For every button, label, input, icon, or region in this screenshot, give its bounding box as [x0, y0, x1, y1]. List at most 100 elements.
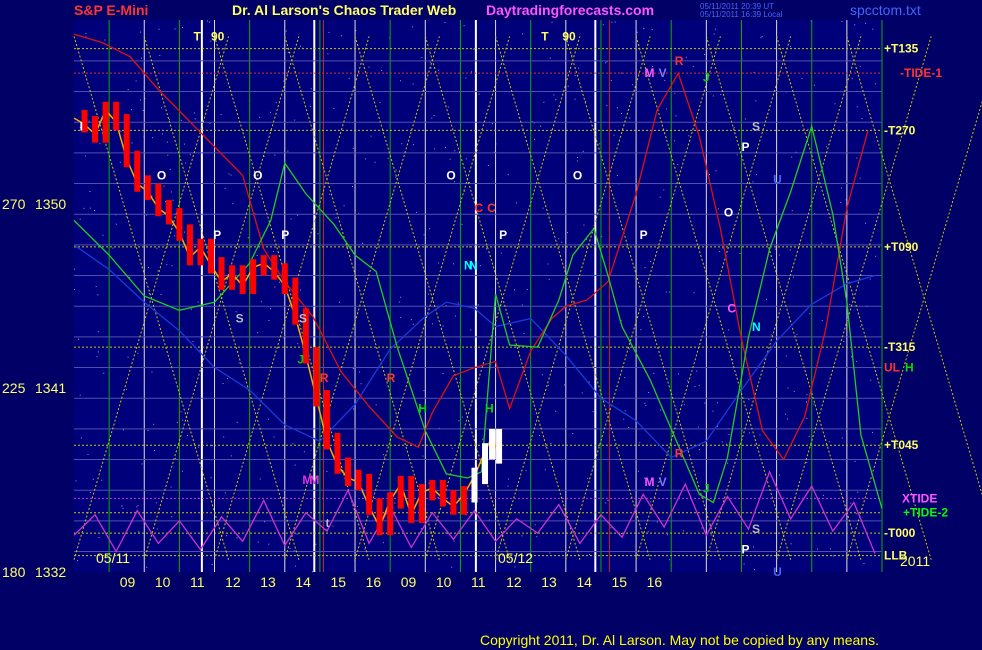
star-dot: [416, 211, 418, 213]
star-dot: [871, 431, 873, 433]
planet-marker: M: [645, 475, 655, 489]
star-dot: [790, 543, 792, 545]
star-dot: [447, 106, 449, 108]
price-bar: [134, 150, 141, 192]
star-dot: [457, 302, 459, 304]
star-dot: [752, 546, 754, 548]
star-dot: [442, 325, 444, 327]
star-dot: [587, 477, 589, 479]
star-dot: [74, 268, 76, 270]
star-dot: [808, 435, 810, 437]
star-dot: [247, 237, 249, 239]
star-dot: [701, 527, 703, 529]
star-dot: [156, 528, 158, 530]
star-dot: [547, 384, 549, 386]
star-dot: [192, 340, 194, 342]
star-dot: [525, 469, 527, 471]
star-dot: [103, 372, 105, 374]
star-dot: [534, 524, 536, 526]
star-dot: [95, 286, 97, 288]
star-dot: [387, 157, 389, 159]
star-dot: [155, 502, 157, 504]
star-dot: [548, 278, 550, 280]
star-dot: [412, 83, 414, 85]
star-dot: [834, 103, 836, 105]
star-dot: [99, 143, 101, 145]
star-dot: [715, 170, 717, 172]
star-dot: [157, 270, 159, 272]
star-dot: [89, 191, 91, 193]
star-dot: [444, 553, 446, 555]
star-dot: [137, 505, 139, 507]
star-dot: [351, 186, 353, 188]
star-dot: [352, 147, 354, 149]
star-dot: [542, 207, 544, 209]
star-dot: [713, 33, 715, 35]
star-dot: [352, 408, 354, 410]
star-dot: [166, 264, 168, 266]
star-dot: [382, 542, 384, 544]
star-dot: [478, 93, 480, 95]
star-dot: [492, 123, 494, 125]
star-dot: [523, 333, 525, 335]
star-dot: [294, 119, 296, 121]
star-dot: [193, 112, 195, 114]
level-label: -TIDE-1: [900, 66, 942, 80]
star-dot: [516, 202, 518, 204]
star-dot: [374, 161, 376, 163]
star-dot: [227, 378, 229, 380]
planet-marker: R: [675, 54, 684, 68]
star-dot: [96, 356, 98, 358]
star-dot: [352, 368, 354, 370]
date-label-2: 05/12: [498, 550, 533, 566]
x-tick-label: 10: [436, 574, 452, 590]
star-dot: [198, 446, 200, 448]
star-dot: [115, 223, 117, 225]
price-bar: [496, 428, 503, 464]
star-dot: [140, 31, 142, 33]
site-link[interactable]: Daytradingforecasts.com: [486, 2, 654, 18]
star-dot: [274, 154, 276, 156]
star-dot: [356, 505, 358, 507]
star-dot: [558, 238, 560, 240]
planet-marker: P: [281, 228, 289, 242]
star-dot: [228, 173, 230, 175]
star-dot: [197, 301, 199, 303]
star-dot: [648, 391, 650, 393]
star-dot: [500, 252, 502, 254]
star-dot: [574, 74, 576, 76]
star-dot: [623, 418, 625, 420]
star-dot: [183, 143, 185, 145]
star-dot: [465, 77, 467, 79]
star-dot: [774, 248, 776, 250]
star-dot: [840, 201, 842, 203]
planet-marker: P: [741, 543, 749, 557]
star-dot: [599, 143, 601, 145]
star-dot: [169, 168, 171, 170]
star-dot: [653, 372, 655, 374]
x-tick-label: 14: [295, 574, 311, 590]
star-dot: [189, 154, 191, 156]
star-dot: [875, 255, 877, 257]
star-dot: [647, 531, 649, 533]
star-dot: [429, 228, 431, 230]
star-dot: [224, 492, 226, 494]
level-label: +T090: [884, 240, 919, 254]
star-dot: [410, 319, 412, 321]
star-dot: [555, 410, 557, 412]
star-dot: [329, 193, 331, 195]
star-dot: [656, 521, 658, 523]
star-dot: [468, 246, 470, 248]
star-dot: [272, 250, 274, 252]
star-dot: [230, 455, 232, 457]
star-dot: [174, 28, 176, 30]
star-dot: [563, 384, 565, 386]
x-tick-label: 14: [576, 574, 592, 590]
star-dot: [104, 39, 106, 41]
star-dot: [766, 298, 768, 300]
star-dot: [567, 232, 569, 234]
level-label: +T045: [884, 438, 919, 452]
star-dot: [536, 536, 538, 538]
star-dot: [696, 370, 698, 372]
star-dot: [807, 128, 809, 130]
